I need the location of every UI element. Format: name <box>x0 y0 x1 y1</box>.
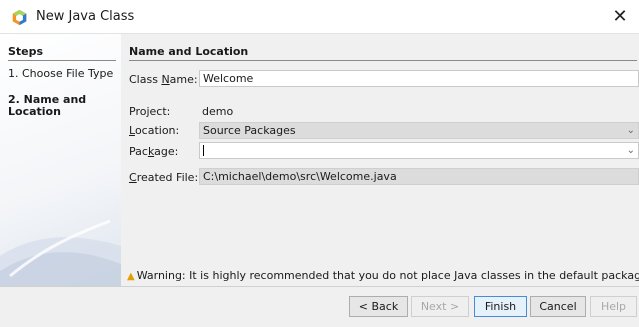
cancel-button[interactable]: Cancel <box>530 296 586 317</box>
location-dropdown[interactable]: Source Packages ⌄ <box>199 122 639 139</box>
help-button[interactable]: Help <box>590 296 637 317</box>
section-title: Name and Location <box>129 45 637 61</box>
finish-button[interactable]: Finish <box>474 296 527 317</box>
package-combobox[interactable]: ⌄ <box>199 142 639 159</box>
chevron-down-icon[interactable]: ⌄ <box>627 123 635 138</box>
location-label: Location: <box>129 124 180 137</box>
chevron-down-icon[interactable]: ⌄ <box>627 143 635 158</box>
steps-panel: Steps 1. Choose File Type 2. Name and Lo… <box>0 34 121 286</box>
decorative-swoosh <box>0 219 121 286</box>
created-file-field[interactable]: C:\michael\demo\src\Welcome.java <box>199 168 639 185</box>
back-button[interactable]: < Back <box>349 296 408 317</box>
warning-text: Warning: It is highly recommended that y… <box>136 269 639 282</box>
text-caret <box>203 145 204 156</box>
step-name-and-location: 2. Name and Location <box>8 93 87 118</box>
title-bar: New Java Class ✕ <box>0 0 639 34</box>
window-title: New Java Class <box>36 9 135 24</box>
steps-heading: Steps <box>8 45 116 61</box>
location-value: Source Packages <box>203 124 296 137</box>
next-button[interactable]: Next > <box>411 296 469 317</box>
project-value: demo <box>202 105 234 118</box>
project-label: Project: <box>129 105 171 118</box>
button-bar: < Back Next > Finish Cancel Help <box>0 287 639 327</box>
created-file-label: Created File: <box>129 171 199 184</box>
class-name-input[interactable]: Welcome <box>199 70 639 87</box>
package-label: Package: <box>129 145 179 158</box>
step-choose-file-type: 1. Choose File Type <box>8 67 114 80</box>
warning-message: ▲ Warning: It is highly recommended that … <box>127 269 639 282</box>
warning-triangle-icon: ▲ <box>127 271 135 282</box>
name-and-location-panel: Name and Location Class Name: Welcome Pr… <box>121 34 639 286</box>
close-icon[interactable]: ✕ <box>607 6 633 28</box>
class-name-label: Class Name: <box>129 73 198 86</box>
netbeans-cube-icon <box>12 9 27 26</box>
